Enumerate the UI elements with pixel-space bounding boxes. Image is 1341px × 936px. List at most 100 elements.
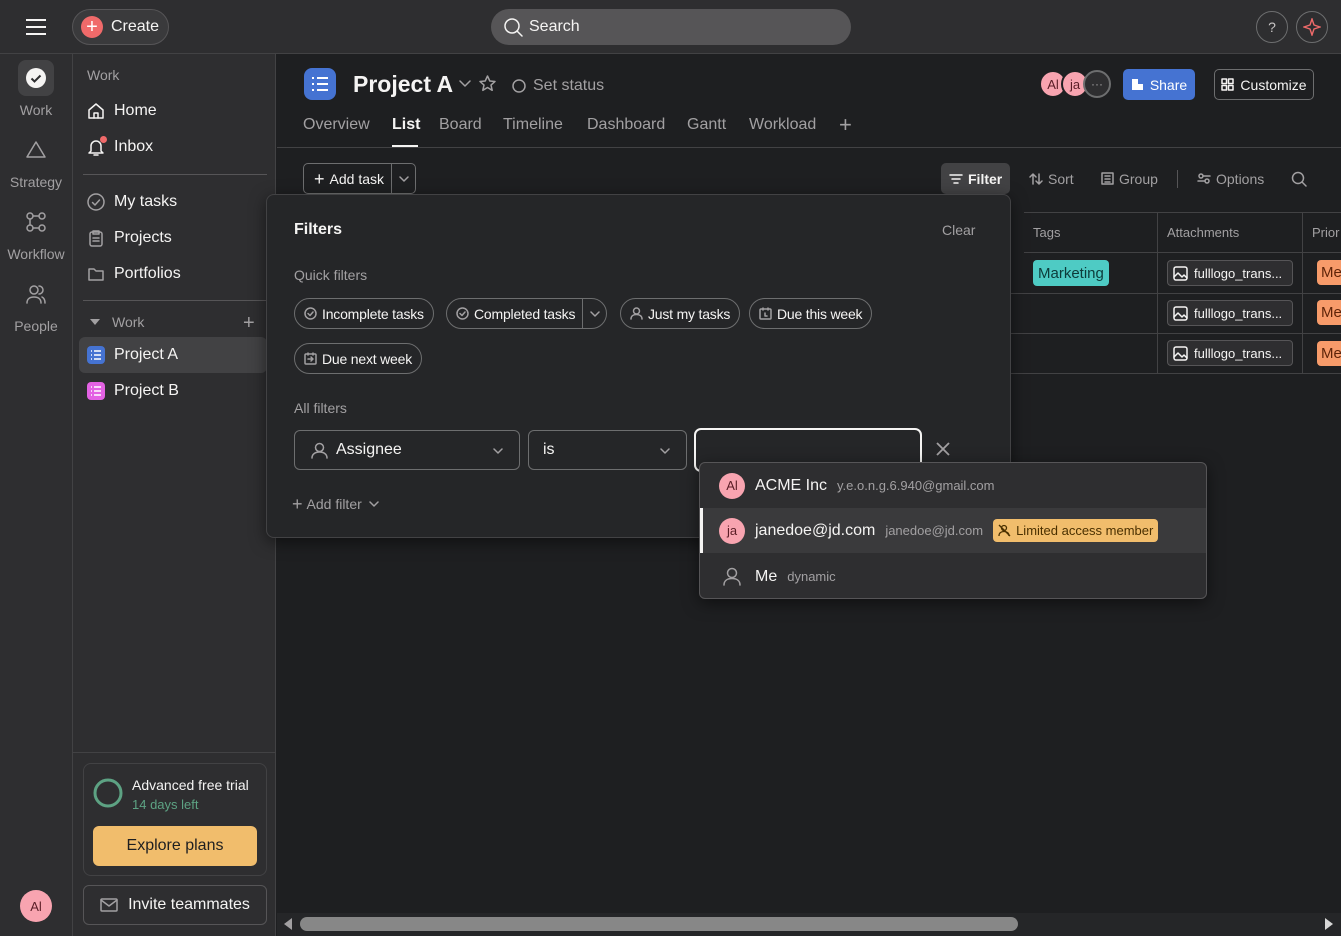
search-input[interactable]: Search (491, 9, 851, 45)
customize-label: Customize (1240, 76, 1307, 93)
trial-progress-ring-icon (93, 778, 123, 808)
priority-badge[interactable]: Me (1317, 300, 1341, 325)
tab-gantt[interactable]: Gantt (687, 116, 726, 134)
badge-label: Limited access member (1016, 523, 1154, 538)
priority-badge[interactable]: Me (1317, 341, 1341, 366)
quick-filter-just-my-tasks[interactable]: Just my tasks (620, 298, 741, 329)
avatar-initials: Al (30, 898, 42, 914)
share-button[interactable]: Share (1123, 69, 1195, 100)
rail-item-work[interactable]: Work (0, 60, 72, 118)
sidebar-group-work[interactable]: Work (89, 314, 144, 330)
attachment-chip[interactable]: fulllogo_trans... (1167, 260, 1293, 286)
hamburger-menu-icon[interactable] (24, 17, 48, 37)
avatar: ja (719, 517, 745, 544)
tab-list[interactable]: List (392, 116, 420, 134)
check-circle-icon (456, 307, 469, 320)
option-name: ACME Inc (755, 476, 828, 494)
tab-workload[interactable]: Workload (749, 116, 816, 134)
sidebar-item-home[interactable]: Home (79, 93, 267, 129)
rail-item-strategy[interactable]: Strategy (0, 132, 72, 190)
scroll-right-arrow-icon[interactable] (1324, 917, 1334, 931)
dropdown-option-acme[interactable]: Al ACME Inc y.e.o.n.g.6.940@gmail.com (700, 463, 1206, 508)
tag-badge[interactable]: Marketing (1033, 260, 1109, 286)
calendar-arrow-icon (304, 352, 317, 365)
scroll-left-arrow-icon[interactable] (283, 917, 293, 931)
tab-overview[interactable]: Overview (303, 116, 370, 134)
project-title[interactable]: Project A (353, 71, 453, 98)
search-icon[interactable] (1291, 171, 1307, 187)
attachment-chip[interactable]: fulllogo_trans... (1167, 300, 1293, 326)
attachment-name: fulllogo_trans... (1194, 305, 1283, 321)
calendar-icon (759, 307, 772, 320)
rail-label: Work (19, 102, 53, 118)
sort-icon (1029, 172, 1043, 185)
sidebar-item-project-a[interactable]: Project A (79, 337, 267, 373)
tab-board[interactable]: Board (439, 116, 482, 134)
priority-badge[interactable]: Me (1317, 260, 1341, 285)
column-header-attachments[interactable]: Attachments (1158, 212, 1303, 253)
filter-operator-select[interactable]: is (528, 430, 687, 470)
sort-button[interactable]: Sort (1021, 163, 1082, 194)
trial-days-left: 14 days left (132, 797, 199, 812)
person-icon (723, 567, 741, 586)
tab-dashboard[interactable]: Dashboard (587, 116, 665, 134)
remove-filter-close-icon[interactable] (936, 442, 950, 456)
sidebar-item-label: Home (114, 102, 157, 119)
chevron-down-icon (369, 501, 379, 507)
add-project-icon[interactable]: + (243, 313, 255, 333)
filter-field-select[interactable]: Assignee (294, 430, 520, 470)
invite-teammates-button[interactable]: Invite teammates (83, 885, 267, 925)
sort-label: Sort (1048, 170, 1074, 187)
create-button[interactable]: + Create (72, 9, 169, 45)
column-header-tags[interactable]: Tags (1024, 212, 1158, 253)
user-avatar[interactable]: Al (20, 890, 52, 922)
set-status-button[interactable]: Set status (512, 77, 604, 95)
divider (1302, 212, 1303, 374)
clear-filters-button[interactable]: Clear (942, 222, 975, 238)
chevron-down-icon (398, 175, 409, 182)
sidebar-item-my-tasks[interactable]: My tasks (79, 184, 267, 220)
quick-filter-due-next-week[interactable]: Due next week (294, 343, 423, 374)
dropdown-option-me[interactable]: Me dynamic (700, 554, 1206, 599)
rail-item-people[interactable]: People (0, 276, 72, 334)
chevron-down-icon[interactable] (459, 80, 471, 88)
divider (1157, 212, 1158, 374)
set-status-label: Set status (533, 77, 605, 94)
sidebar-item-portfolios[interactable]: Portfolios (79, 256, 267, 292)
ai-sparkle-button[interactable] (1296, 11, 1328, 43)
quick-filter-completed[interactable]: Completed tasks (446, 298, 607, 329)
list-icon (87, 382, 105, 400)
active-tab-indicator (392, 145, 418, 147)
avatar: Al (719, 472, 745, 499)
add-task-dropdown[interactable] (392, 175, 415, 182)
home-icon (88, 103, 104, 119)
attachment-chip[interactable]: fulllogo_trans... (1167, 340, 1293, 366)
star-icon[interactable] (479, 75, 496, 92)
rail-item-workflow[interactable]: Workflow (0, 204, 72, 262)
limited-access-badge: Limited access member (993, 519, 1159, 542)
add-task-button[interactable]: + Add task (304, 164, 392, 193)
sidebar-item-projects[interactable]: Projects (79, 220, 267, 256)
chevron-down-icon[interactable] (582, 299, 606, 328)
quick-filter-incomplete[interactable]: Incomplete tasks (294, 298, 434, 329)
column-header-priority[interactable]: Prior (1303, 212, 1341, 253)
sidebar-item-project-b[interactable]: Project B (79, 373, 267, 409)
option-email: janedoe@jd.com (885, 523, 984, 538)
filter-button[interactable]: Filter (941, 163, 1011, 194)
sidebar-item-label: My tasks (114, 193, 178, 210)
customize-button[interactable]: Customize (1214, 69, 1314, 100)
add-tab-icon[interactable]: + (839, 114, 852, 136)
dropdown-option-janedoe[interactable]: ja janedoe@jd.com janedoe@jd.com Limited… (700, 508, 1206, 553)
options-button[interactable]: Options (1189, 163, 1272, 194)
triangle-icon (18, 132, 54, 168)
help-button[interactable]: ? (1256, 11, 1288, 43)
add-filter-button[interactable]: + Add filter (292, 495, 379, 513)
sparkle-icon (1303, 18, 1321, 36)
tab-timeline[interactable]: Timeline (503, 116, 563, 134)
sidebar-item-inbox[interactable]: Inbox (79, 129, 267, 165)
group-button[interactable]: Group (1093, 163, 1166, 194)
explore-plans-button[interactable]: Explore plans (93, 826, 257, 866)
horizontal-scrollbar-thumb[interactable] (300, 917, 1018, 931)
project-members[interactable]: Al ja ··· (1039, 70, 1111, 98)
quick-filter-due-this-week[interactable]: Due this week (749, 298, 873, 329)
